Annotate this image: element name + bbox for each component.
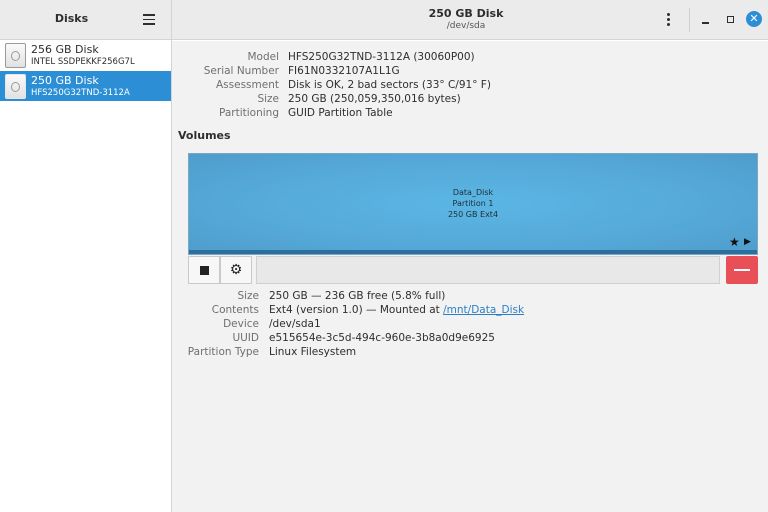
- window-title: 250 GB Disk: [428, 7, 504, 20]
- unmount-stop-button[interactable]: [188, 256, 220, 284]
- disk-name: 250 GB Disk: [31, 74, 99, 87]
- device-label: Device: [223, 318, 259, 330]
- mount-point-link[interactable]: /mnt/Data_Disk: [443, 304, 524, 316]
- disk-name: 256 GB Disk: [31, 43, 99, 56]
- main-panel: Model HFS250G32TND-3112A (30060P00) Seri…: [172, 41, 768, 512]
- volume-size-label: Size: [237, 290, 259, 302]
- stop-icon: [200, 266, 209, 275]
- vertical-dots-menu-icon[interactable]: [662, 12, 674, 28]
- star-icon: ★: [729, 235, 740, 249]
- contents-text: Ext4 (version 1.0) — Mounted at: [269, 304, 440, 316]
- partition-settings-button[interactable]: ⚙: [220, 256, 252, 284]
- serial-label: Serial Number: [203, 65, 279, 77]
- assessment-value: Disk is OK, 2 bad sectors (33° C/91° F): [288, 79, 491, 91]
- disk-list-item[interactable]: 256 GB Disk INTEL SSDPEKKF256G7L: [0, 40, 171, 70]
- volume-size-value: 250 GB — 236 GB free (5.8% full): [269, 290, 446, 302]
- minimize-button[interactable]: [698, 12, 714, 28]
- size-label: Size: [257, 93, 279, 105]
- model-label: Model: [247, 51, 279, 63]
- sidebar-header: Disks: [0, 0, 171, 40]
- delete-partition-button[interactable]: [726, 256, 758, 284]
- partition-type-label: Partition Type: [187, 346, 259, 358]
- partition-usage-bar: [189, 250, 757, 254]
- size-value: 250 GB (250,059,350,016 bytes): [288, 93, 461, 105]
- uuid-label: UUID: [232, 332, 259, 344]
- play-icon: ▶: [744, 237, 751, 247]
- hamburger-menu-icon[interactable]: [142, 13, 156, 25]
- hard-disk-icon: [5, 74, 26, 99]
- contents-value: Ext4 (version 1.0) — Mounted at /mnt/Dat…: [269, 304, 524, 316]
- partitioning-label: Partitioning: [219, 107, 279, 119]
- header-separator: [689, 8, 690, 32]
- partition-label: Data_Disk Partition 1 250 GB Ext4: [189, 187, 757, 220]
- window-subtitle: /dev/sda: [446, 21, 486, 31]
- model-value: HFS250G32TND-3112A (30060P00): [288, 51, 475, 63]
- maximize-button[interactable]: [723, 12, 739, 28]
- disk-model: HFS250G32TND-3112A: [31, 88, 130, 98]
- device-value: /dev/sda1: [269, 318, 321, 330]
- disk-model: INTEL SSDPEKKF256G7L: [31, 57, 135, 67]
- partition-description: 250 GB Ext4: [447, 210, 499, 219]
- volume-toolbar: ⚙: [188, 256, 758, 284]
- partition-number: Partition 1: [452, 199, 494, 208]
- hard-disk-icon: [5, 43, 26, 68]
- header-bar: 250 GB Disk /dev/sda ✕: [172, 0, 768, 40]
- partition-type-value: Linux Filesystem: [269, 346, 357, 358]
- sidebar: Disks 256 GB Disk INTEL SSDPEKKF256G7L 2…: [0, 0, 172, 512]
- contents-label: Contents: [211, 304, 259, 316]
- assessment-label: Assessment: [216, 79, 279, 91]
- uuid-value: e515654e-3c5d-494c-960e-3b8a0d9e6925: [269, 332, 495, 344]
- partition-block[interactable]: Data_Disk Partition 1 250 GB Ext4 ★ ▶: [188, 153, 758, 255]
- disk-list-item-selected[interactable]: 250 GB Disk HFS250G32TND-3112A: [0, 71, 171, 101]
- close-button[interactable]: ✕: [746, 11, 762, 27]
- volumes-heading: Volumes: [178, 129, 231, 142]
- serial-value: FI61N0332107A1L1G: [288, 65, 400, 77]
- minus-icon: [734, 269, 750, 271]
- partitioning-value: GUID Partition Table: [288, 107, 393, 119]
- partition-name: Data_Disk: [452, 188, 494, 197]
- toolbar-spacer: [256, 256, 720, 284]
- gear-icon: ⚙: [229, 262, 243, 278]
